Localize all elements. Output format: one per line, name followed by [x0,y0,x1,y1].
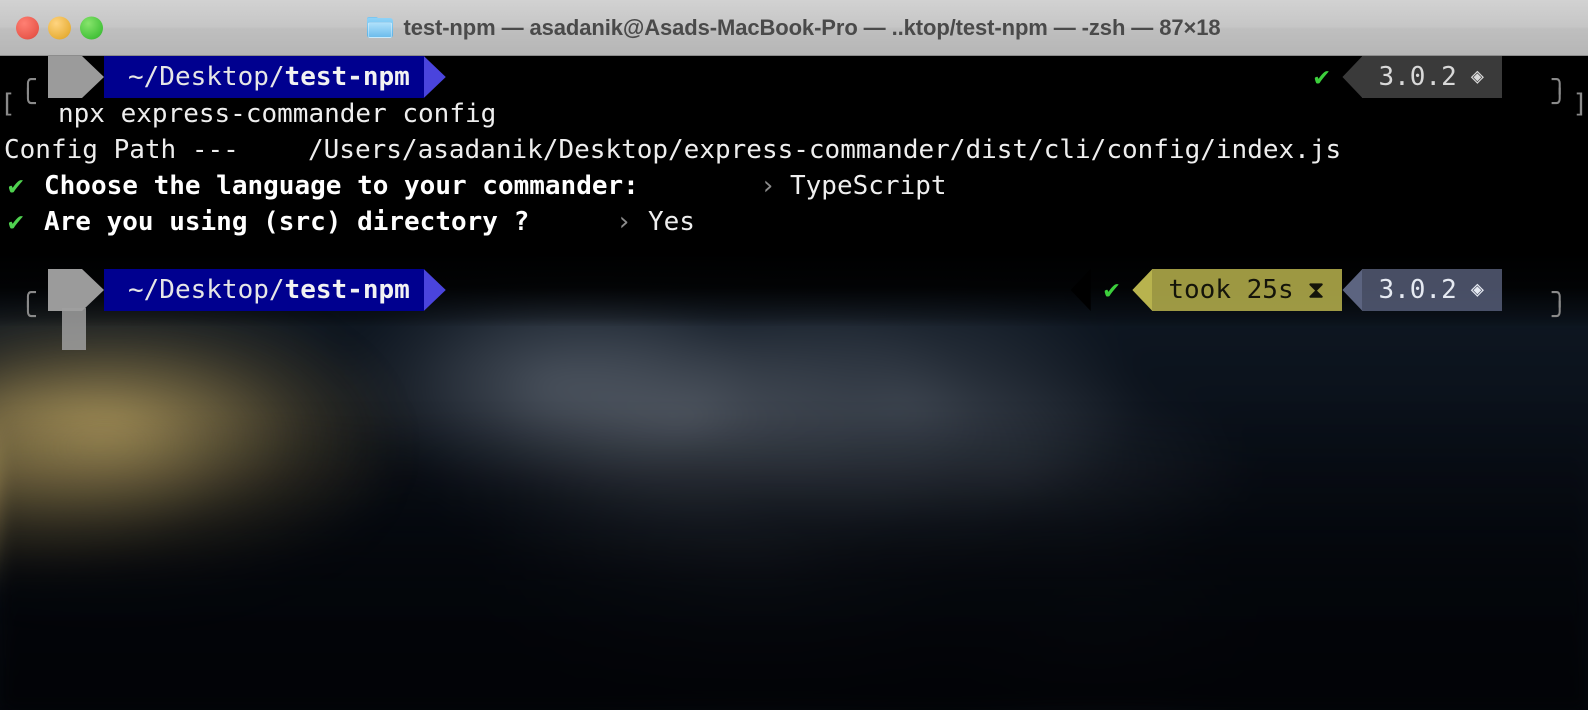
text-cursor[interactable] [62,308,86,350]
took-segment: took 25s ⧗ [1152,269,1343,311]
prompt-path-2: ~/Desktop/test-npm [104,269,424,311]
powerline-arrow-olive [1132,269,1153,311]
window-controls [16,16,103,39]
powerline-arrow-slate [1342,269,1363,311]
close-bracket: ] [1572,89,1588,119]
took-label: took 25s [1168,275,1294,305]
version-segment-2: 3.0.2 ◈ [1362,269,1502,311]
q1-separator-icon: › [760,171,776,201]
version-label-1: 3.0.2 [1378,62,1457,92]
powerline-arrow-gray [82,56,104,98]
powerline-arrow-blue [423,56,446,98]
bracket-right-bottom: ╰ [1552,89,1568,119]
minimize-button[interactable] [48,16,71,39]
bracket-left-bottom: ╰ [20,89,36,119]
zoom-button[interactable] [80,16,103,39]
hourglass-icon: ⧗ [1307,276,1325,304]
terminal-content: ~/Desktop/test-npm ✔ 3.0.2 ◈ ╭ ╰ [ ╭ ╰]… [0,56,1588,710]
prompt-status-2: ✔ took 25s ⧗ 3.0.2 ◈ [1070,269,1502,311]
powerline-arrow-dark-1 [1342,56,1363,98]
path-current-2: test-npm [284,275,410,305]
prompt-line-1: ~/Desktop/test-npm [48,56,446,98]
gem-icon-2: ◈ [1470,277,1484,302]
q1-answer: TypeScript [790,171,947,201]
bracket-right-bottom-2: ╰ [1552,302,1568,332]
bracket-left-bottom-2: ╰ [20,302,36,332]
q1-check-icon: ✔ [8,171,24,201]
title-bar: test-npm — asadanik@Asads-MacBook-Pro — … [0,0,1588,56]
q2-question: Are you using (src) directory ? [44,207,530,237]
prompt-line-2: ~/Desktop/test-npm [48,269,446,311]
prompt-path-1: ~/Desktop/test-npm [104,56,424,98]
path-current: test-npm [284,62,410,92]
q1-question: Choose the language to your commander: [44,171,639,201]
status-ok-icon-2: ✔ [1103,275,1120,305]
powerline-arrow-gray-2 [82,269,104,311]
version-label-2: 3.0.2 [1378,275,1457,305]
gem-icon-1: ◈ [1470,64,1484,89]
terminal-body[interactable]: ~/Desktop/test-npm ✔ 3.0.2 ◈ ╭ ╰ [ ╭ ╰]… [0,56,1588,710]
config-path-value: /Users/asadanik/Desktop/express-commande… [308,135,1342,165]
prompt-status-1: ✔ 3.0.2 ◈ [1301,56,1502,98]
command-text: npx express-commander config [58,99,497,129]
apple-logo-icon [48,56,82,98]
version-segment-1: 3.0.2 ◈ [1362,56,1502,98]
terminal-window: test-npm — asadanik@Asads-MacBook-Pro — … [0,0,1588,710]
window-title: test-npm — asadanik@Asads-MacBook-Pro — … [403,14,1221,40]
apple-logo-icon-2 [48,269,82,311]
q2-answer: Yes [648,207,695,237]
status-ok-icon: ✔ [1313,62,1330,92]
q2-check-icon: ✔ [8,207,24,237]
q2-separator-icon: › [616,207,632,237]
powerline-arrow-black [1070,269,1091,311]
open-bracket: [ [0,89,16,119]
folder-icon [367,16,394,39]
path-prefix-2: ~/Desktop/ [128,275,285,305]
title-wrap: test-npm — asadanik@Asads-MacBook-Pro — … [367,14,1221,41]
close-button[interactable] [16,16,39,39]
powerline-arrow-blue-2 [423,269,446,311]
config-path-label: Config Path --- [4,135,239,165]
path-prefix: ~/Desktop/ [128,62,285,92]
screen: test-npm — asadanik@Asads-MacBook-Pro — … [0,0,1588,710]
